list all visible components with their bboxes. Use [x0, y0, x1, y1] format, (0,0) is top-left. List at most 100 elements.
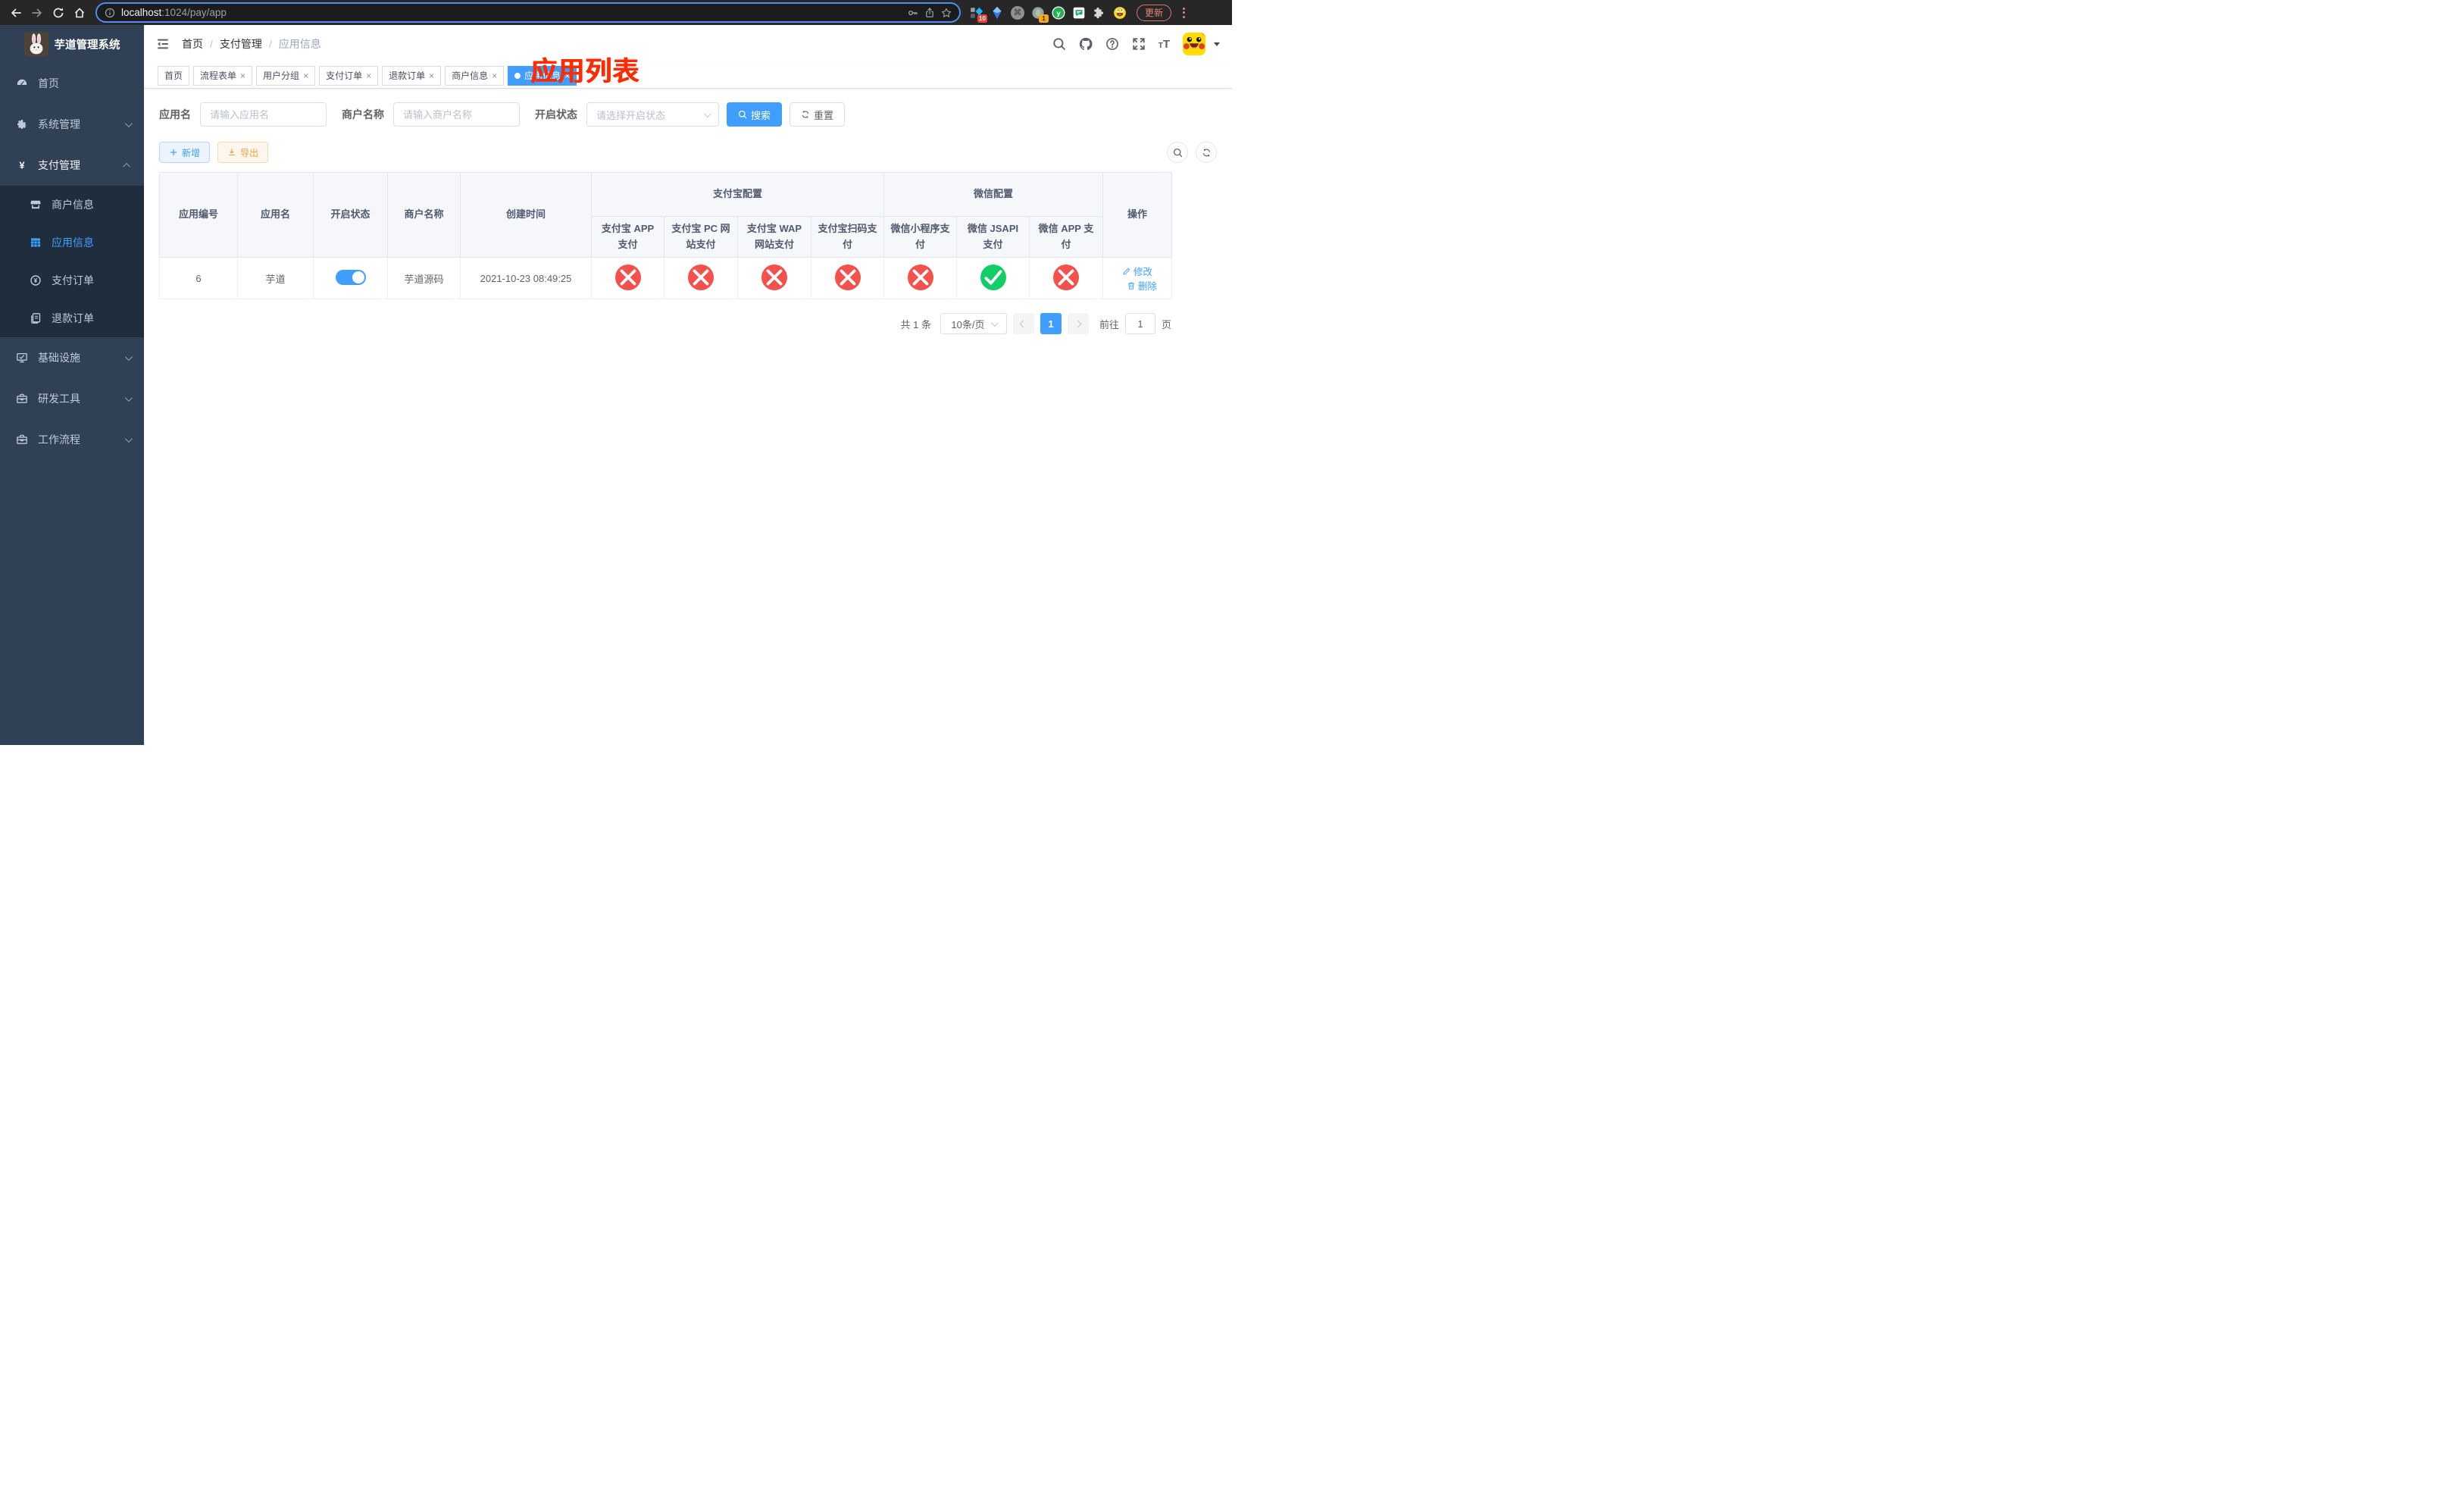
- column-header: 微信小程序支付: [883, 216, 958, 258]
- shop-icon: [30, 199, 42, 211]
- main-area: 应用列表 首页 / 支付管理 / 应用信息 TT 首页 流程表单 × 用户分组 × 支付订单 × 退款…: [144, 25, 1232, 745]
- svg-text:¥: ¥: [34, 277, 38, 284]
- sidebar-item-label: 退款订单: [52, 312, 94, 324]
- extension-command-icon[interactable]: ⌘: [1011, 5, 1024, 20]
- merchant-name-input[interactable]: [393, 102, 520, 127]
- tags-view: 首页 流程表单 × 用户分组 × 支付订单 × 退款订单 × 商户信息 × 应用信息 ×: [144, 63, 1232, 89]
- tab-pay-order[interactable]: 支付订单 ×: [319, 65, 379, 86]
- password-key-icon[interactable]: [908, 8, 918, 18]
- sidebar-item-home[interactable]: 首页: [0, 63, 144, 104]
- chevron-down-icon: [703, 109, 711, 117]
- sidebar-item-pay-order[interactable]: ¥ 支付订单: [0, 261, 144, 299]
- next-page-button[interactable]: [1067, 313, 1089, 334]
- chevron-down-icon: [990, 318, 999, 327]
- sidebar-item-merchant-info[interactable]: 商户信息: [0, 186, 144, 224]
- font-size-icon[interactable]: TT: [1159, 39, 1170, 50]
- add-button[interactable]: 新增: [159, 142, 211, 163]
- extension-chat-icon[interactable]: [1072, 6, 1086, 20]
- sidebar-item-infrastructure[interactable]: 基础设施: [0, 337, 144, 378]
- browser-home-button[interactable]: [70, 3, 89, 23]
- sidebar-logo-row[interactable]: 芋道管理系统: [0, 25, 144, 63]
- breadcrumb-item[interactable]: 应用信息: [279, 36, 321, 52]
- share-icon[interactable]: [924, 7, 935, 18]
- breadcrumb-item[interactable]: 首页: [182, 36, 203, 52]
- browser-toolbar: localhost:1024/pay/app 10 ⌘ 1 y 更新: [0, 0, 1232, 25]
- tab-merchant-info[interactable]: 商户信息 ×: [445, 65, 505, 86]
- chevron-down-icon: [124, 434, 133, 443]
- browser-profile-avatar[interactable]: [1113, 6, 1127, 20]
- browser-reload-button[interactable]: [48, 3, 68, 23]
- reset-button-label: 重置: [814, 109, 834, 121]
- reload-icon: [52, 7, 64, 19]
- site-info-icon[interactable]: [105, 8, 115, 18]
- address-bar[interactable]: localhost:1024/pay/app: [95, 2, 961, 23]
- fullscreen-icon[interactable]: [1132, 37, 1146, 51]
- toggle-search-button[interactable]: [1167, 142, 1188, 163]
- browser-forward-button[interactable]: [27, 3, 47, 23]
- close-icon[interactable]: ×: [240, 71, 245, 80]
- extension-kite-icon[interactable]: [990, 6, 1004, 20]
- extensions-puzzle-icon[interactable]: [1093, 6, 1106, 20]
- sidebar-item-system[interactable]: 系统管理: [0, 104, 144, 145]
- bookmark-star-icon[interactable]: [941, 8, 952, 18]
- sidebar-item-refund-order[interactable]: 退款订单: [0, 299, 144, 337]
- tab-user-group[interactable]: 用户分组 ×: [256, 65, 316, 86]
- extension-y-icon[interactable]: y: [1052, 5, 1065, 20]
- delete-link[interactable]: 删除: [1127, 278, 1157, 293]
- page-size-select[interactable]: 10条/页: [940, 313, 1007, 334]
- status-toggle[interactable]: [335, 269, 366, 285]
- disabled-cross-icon: [688, 264, 714, 290]
- extension-badge: 1: [1039, 14, 1049, 23]
- extension-blocks-icon[interactable]: 10: [970, 6, 987, 23]
- close-icon[interactable]: ×: [366, 71, 371, 80]
- sidebar-item-workflow[interactable]: 工作流程: [0, 419, 144, 460]
- github-icon[interactable]: [1079, 37, 1093, 51]
- breadcrumb-item[interactable]: 支付管理: [220, 36, 262, 52]
- browser-update-button[interactable]: 更新: [1137, 4, 1172, 21]
- search-button[interactable]: 搜索: [727, 102, 783, 127]
- disabled-cross-icon: [834, 264, 861, 290]
- browser-menu-icon[interactable]: [1183, 7, 1186, 18]
- app-shell: 芋道管理系统 首页 系统管理 ¥ 支付管理 商户信息 应用信息 ¥ 支付订单 退款订单 基础设施研…: [0, 25, 1232, 745]
- header-search-icon[interactable]: [1052, 37, 1066, 51]
- current-page-button[interactable]: 1: [1040, 313, 1062, 334]
- edit-link[interactable]: 修改: [1122, 264, 1152, 278]
- add-button-label: 新增: [182, 147, 201, 158]
- sidebar-collapse-icon[interactable]: [156, 37, 170, 51]
- help-icon[interactable]: [1105, 37, 1119, 51]
- user-avatar[interactable]: [1183, 33, 1205, 55]
- toolbox-icon: [16, 434, 28, 446]
- tab-flow-form[interactable]: 流程表单 ×: [193, 65, 253, 86]
- cell-app-id: 6: [159, 257, 238, 299]
- prev-page-button[interactable]: [1012, 313, 1034, 334]
- sidebar-item-dev-tools[interactable]: 研发工具: [0, 378, 144, 419]
- browser-back-button[interactable]: [6, 3, 26, 23]
- tab-refund-order[interactable]: 退款订单 ×: [382, 65, 442, 86]
- status-select[interactable]: 请选择开启状态: [586, 102, 719, 127]
- yen-icon: ¥: [16, 159, 28, 171]
- extension-circle-icon[interactable]: 1: [1031, 6, 1049, 23]
- tab-home[interactable]: 首页: [158, 65, 190, 86]
- disabled-cross-icon: [614, 264, 641, 290]
- sidebar-item-payment[interactable]: ¥ 支付管理: [0, 145, 144, 186]
- search-button-label: 搜索: [751, 109, 771, 121]
- sidebar-item-app-info[interactable]: 应用信息: [0, 224, 144, 261]
- refresh-table-button[interactable]: [1196, 142, 1217, 163]
- reset-button[interactable]: 重置: [790, 102, 846, 127]
- close-icon[interactable]: ×: [492, 71, 497, 80]
- chevron-right-icon: [1074, 320, 1082, 327]
- column-header: 创建时间: [460, 172, 592, 258]
- app-name-input[interactable]: [200, 102, 327, 127]
- disabled-cross-icon: [761, 264, 787, 290]
- kite-icon: [990, 6, 1004, 20]
- export-button[interactable]: 导出: [217, 142, 269, 163]
- url-text[interactable]: localhost:1024/pay/app: [121, 7, 902, 18]
- close-icon[interactable]: ×: [303, 71, 308, 80]
- close-icon[interactable]: ×: [429, 71, 434, 80]
- sidebar-item-label: 系统管理: [38, 118, 80, 130]
- goto-page-input[interactable]: [1124, 313, 1155, 334]
- tab-label: 首页: [164, 70, 183, 81]
- extension-badge: 10: [977, 14, 987, 23]
- column-header: 应用名: [237, 172, 314, 258]
- avatar-caret-icon[interactable]: [1214, 42, 1220, 46]
